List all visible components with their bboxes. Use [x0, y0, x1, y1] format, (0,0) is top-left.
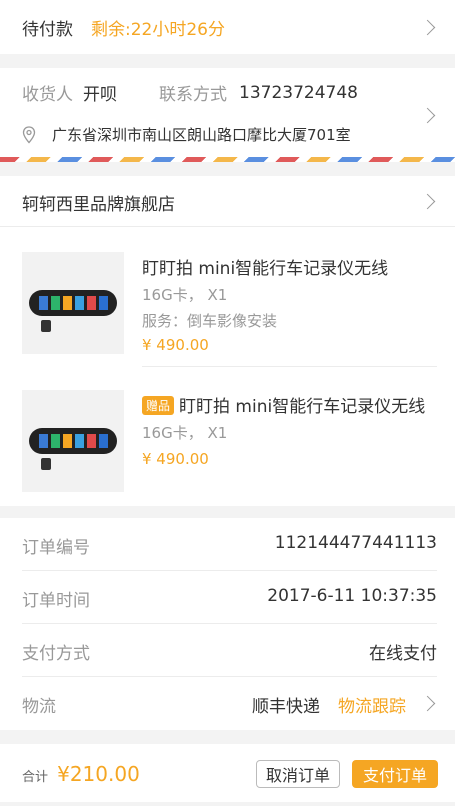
store-row[interactable]: 轲轲西里品牌旗舰店: [0, 176, 455, 226]
total-amount: ¥210.00: [57, 762, 140, 786]
pay-method-value: 在线支付: [369, 644, 437, 664]
logistics-row[interactable]: 物流 顺丰快递 物流跟踪: [0, 677, 455, 729]
pay-order-button[interactable]: 支付订单: [352, 760, 438, 788]
product-title: 盯盯拍 mini智能行车记录仪无线: [142, 259, 389, 279]
location-pin-icon: [22, 125, 36, 143]
order-status-bar[interactable]: 待付款 剩余:22小时26分: [0, 0, 455, 54]
list-item[interactable]: 盯盯拍 mini智能行车记录仪无线 16G卡， X1 服务：倒车影像安装 ¥ 4…: [0, 226, 455, 366]
chevron-right-icon: [419, 107, 436, 124]
list-item[interactable]: 赠品 盯盯拍 mini智能行车记录仪无线 16G卡， X1 ¥ 490.00: [0, 366, 455, 506]
address-text: 广东省深圳市南山区朗山路口摩比大厦701室: [52, 126, 351, 144]
order-items-card: 轲轲西里品牌旗舰店 盯盯拍 mini智能行车记录仪无线 16G卡， X1 服务：…: [0, 176, 455, 506]
phone-number: 13723724748: [239, 82, 358, 103]
chevron-right-icon: [419, 695, 436, 712]
product-image: [22, 252, 124, 354]
order-time-value: 2017-6-11 10:37:35: [267, 586, 437, 606]
envelope-stripe-divider: [0, 157, 455, 162]
receiver-label: 收货人: [22, 85, 73, 105]
logistics-track-link[interactable]: 物流跟踪: [338, 692, 406, 717]
shipping-address[interactable]: 收货人 开呗 联系方式 13723724748 广东省深圳市南山区朗山路口摩比大…: [0, 68, 455, 162]
total-label: 合计: [22, 770, 49, 785]
remaining-time: 剩余:22小时26分: [91, 19, 225, 40]
product-image: [22, 390, 124, 492]
status-label: 待付款: [22, 19, 73, 40]
chevron-right-icon: [419, 193, 436, 210]
pay-method-row: 支付方式 在线支付: [0, 624, 455, 676]
product-spec: 16G卡， X1: [142, 424, 228, 442]
cancel-order-button[interactable]: 取消订单: [256, 760, 340, 788]
pay-method-label: 支付方式: [22, 644, 90, 664]
footer-bar: 合计 ¥210.00 取消订单 支付订单: [0, 744, 455, 802]
receiver-name: 开呗: [83, 85, 117, 105]
logistics-label: 物流: [22, 697, 56, 717]
order-time-label: 订单时间: [22, 591, 90, 611]
store-name: 轲轲西里品牌旗舰店: [22, 195, 175, 215]
order-no-value: 112144477441113: [274, 533, 437, 553]
order-no-label: 订单编号: [22, 538, 90, 558]
contact-label: 联系方式: [159, 85, 227, 105]
product-price: ¥ 490.00: [142, 450, 209, 468]
product-spec: 16G卡， X1: [142, 286, 228, 304]
order-time-row: 订单时间 2017-6-11 10:37:35: [0, 571, 455, 623]
gift-badge: 赠品: [142, 396, 175, 415]
product-title: 盯盯拍 mini智能行车记录仪无线: [179, 397, 426, 417]
chevron-right-icon: [419, 19, 436, 36]
order-no-row: 订单编号 112144477441113: [0, 518, 455, 570]
logistics-company: 顺丰快递: [252, 697, 320, 717]
product-service: 服务：倒车影像安装: [142, 312, 278, 330]
product-price: ¥ 490.00: [142, 336, 209, 354]
order-info-card: 订单编号 112144477441113 订单时间 2017-6-11 10:3…: [0, 518, 455, 730]
